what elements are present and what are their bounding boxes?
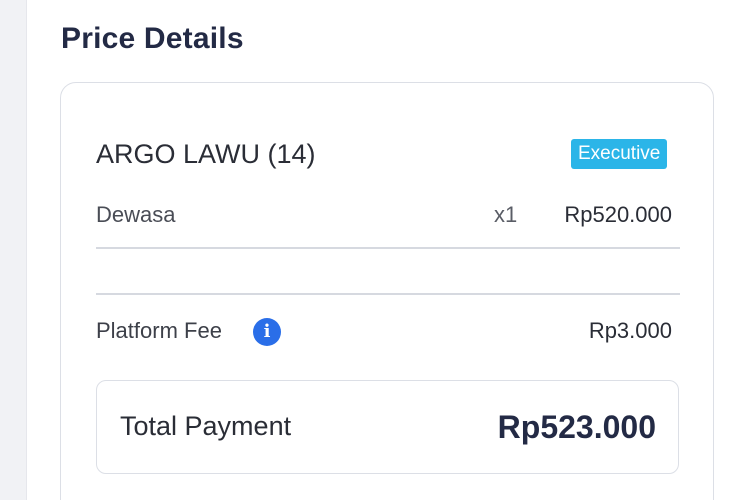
train-name: ARGO LAWU (14) [96, 139, 316, 169]
platform-fee-label: Platform Fee [96, 318, 222, 343]
passenger-price: Rp520.000 [564, 202, 672, 227]
page: Price Details ARGO LAWU (14) Executive D… [0, 0, 750, 500]
info-icon[interactable]: i [253, 318, 281, 346]
divider [96, 293, 680, 295]
section-title: Price Details [61, 22, 244, 55]
total-payment-value: Rp523.000 [497, 409, 656, 445]
class-badge: Executive [571, 139, 668, 169]
passenger-quantity: x1 [494, 202, 518, 227]
total-payment-label: Total Payment [120, 411, 292, 441]
passenger-type-label: Dewasa [96, 202, 176, 227]
divider [96, 247, 680, 249]
platform-fee-value: Rp3.000 [588, 318, 672, 343]
